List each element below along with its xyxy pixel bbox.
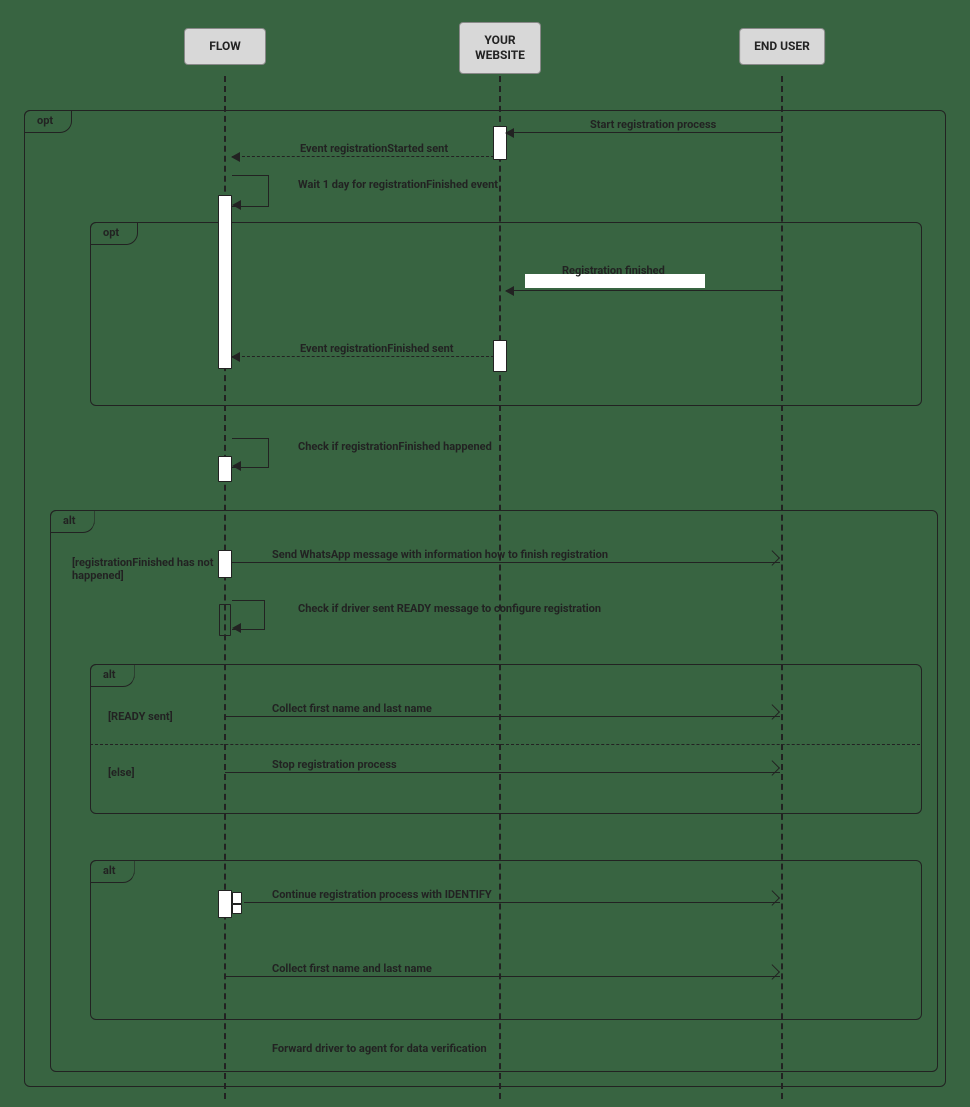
- arrow-start-registration: [506, 132, 782, 133]
- label-stop-registration: Stop registration process: [272, 758, 397, 771]
- participant-enduser: END USER: [739, 28, 825, 65]
- frame-alt-1-tag: alt: [50, 510, 95, 533]
- label-wait-1-day: Wait 1 day for registrationFinished even…: [298, 178, 498, 191]
- activation-flow-1: [218, 195, 232, 369]
- frame-alt-1-label: alt: [63, 514, 76, 527]
- activation-flow-2: [218, 456, 232, 482]
- label-collect-name-2: Collect first name and last name: [272, 962, 432, 975]
- frame-alt-3: alt: [90, 860, 922, 1020]
- frame-alt-2-tag: alt: [90, 664, 135, 687]
- arrow-reg-finished-sent: [232, 356, 494, 357]
- frame-alt-2: alt: [90, 664, 922, 814]
- arrow-reg-started-sent: [232, 156, 494, 157]
- label-collect-name-1: Collect first name and last name: [272, 702, 432, 715]
- frame-opt-inner-label: opt: [103, 226, 119, 239]
- frame-opt-inner-tag: opt: [90, 222, 138, 245]
- label-reg-finished-sent: Event registrationFinished sent: [300, 342, 453, 355]
- frame-opt-outer-tag: opt: [24, 110, 72, 133]
- guard-else: [else]: [108, 766, 135, 779]
- label-start-registration: Start registration process: [590, 118, 716, 131]
- activation-flow-5b: [232, 892, 242, 904]
- label-registration-finished: Registration finished: [562, 264, 665, 277]
- activation-flow-5c: [232, 904, 242, 914]
- activation-website-2: [493, 340, 507, 372]
- participant-website: YOUR WEBSITE: [459, 22, 541, 74]
- divider-alt2: [90, 744, 920, 745]
- frame-alt-2-label: alt: [103, 668, 116, 681]
- arrow-stop-registration: [225, 772, 780, 773]
- label-send-whatsapp: Send WhatsApp message with information h…: [272, 548, 608, 561]
- arrow-registration-finished: [506, 290, 782, 291]
- arrow-collect-name-1: [225, 716, 780, 717]
- guard-reg-not-happened: [registrationFinished has not happened]: [72, 556, 222, 582]
- participant-website-label: YOUR WEBSITE: [475, 33, 525, 62]
- arrow-send-whatsapp: [232, 562, 780, 563]
- arrow-continue-identify: [244, 902, 780, 903]
- activation-flow-5: [218, 890, 232, 918]
- frame-opt-inner: opt: [90, 222, 922, 406]
- activation-flow-4: [219, 604, 231, 636]
- arrow-collect-name-2: [225, 976, 780, 977]
- label-forward-agent: Forward driver to agent for data verific…: [272, 1042, 487, 1055]
- participant-flow: FLOW: [184, 28, 266, 65]
- participant-flow-label: FLOW: [209, 39, 240, 53]
- frame-alt-3-tag: alt: [90, 860, 135, 883]
- guard-ready-sent: [READY sent]: [108, 710, 173, 723]
- frame-alt-3-label: alt: [103, 864, 116, 877]
- label-continue-identify: Continue registration process with IDENT…: [272, 888, 492, 901]
- label-check-ready: Check if driver sent READY message to co…: [298, 602, 601, 615]
- label-check-reg-finished: Check if registrationFinished happened: [298, 440, 492, 453]
- label-reg-started-sent: Event registrationStarted sent: [300, 142, 448, 155]
- participant-enduser-label: END USER: [754, 39, 810, 53]
- frame-opt-outer-label: opt: [37, 114, 53, 127]
